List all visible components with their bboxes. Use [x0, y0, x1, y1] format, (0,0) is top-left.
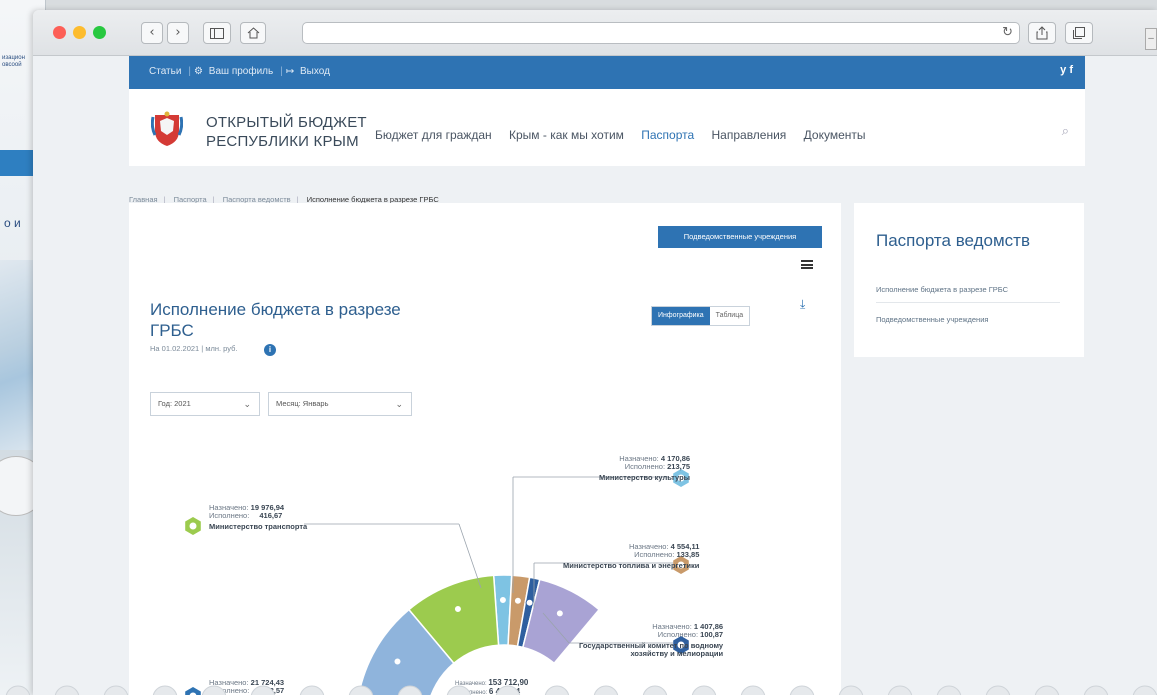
bottom-circle	[544, 685, 570, 695]
nav-documents[interactable]: Документы	[804, 128, 866, 142]
transport-executed: 416,67	[259, 511, 283, 520]
bottom-circle	[446, 685, 472, 695]
transport-name: Министерство транспорта	[209, 522, 308, 531]
address-bar[interactable]: ↻	[302, 22, 1020, 44]
bottom-circle	[1083, 685, 1109, 695]
bottom-circle	[152, 685, 178, 695]
site-name-line2: РЕСПУБЛИКИ КРЫМ	[206, 133, 359, 150]
bottom-circle	[838, 685, 864, 695]
segment-marker-4	[453, 604, 462, 613]
bottom-circle	[250, 685, 276, 695]
bottom-circle	[593, 685, 619, 695]
content-panel: Подведомственные учреждения ⤓ Исполнение…	[129, 203, 841, 695]
segment-marker-5	[393, 657, 402, 666]
donut-svg	[185, 469, 689, 695]
browser-titlebar: ‹ › ↻	[33, 10, 1157, 56]
segment-marker-1	[513, 596, 522, 605]
bottom-circle	[642, 685, 668, 695]
sidebar-title: Паспорта ведомств	[876, 231, 1030, 250]
executed-caption: Исполнено:	[634, 550, 675, 559]
gear-icon: ⚙	[194, 66, 203, 77]
profile-link[interactable]: Ваш профиль	[209, 66, 273, 77]
articles-link[interactable]: Статьи	[149, 66, 181, 77]
sidebar-icon	[210, 28, 224, 39]
home-button[interactable]	[240, 22, 266, 44]
segment-marker-0	[498, 596, 507, 605]
bottom-circle	[691, 685, 717, 695]
culture-name: Министерство культуры	[599, 473, 691, 482]
bottom-circle	[299, 685, 325, 695]
segment-marker-2	[525, 598, 534, 607]
bottom-circle	[5, 685, 31, 695]
bottom-circle	[103, 685, 129, 695]
bottom-circle	[1034, 685, 1060, 695]
logout-icon: ↦	[285, 66, 295, 77]
share-icon	[1036, 26, 1048, 40]
bottom-circle	[348, 685, 374, 695]
minimize-window-button[interactable]	[73, 26, 86, 39]
forward-button[interactable]: ›	[167, 22, 189, 44]
bottom-circle	[789, 685, 815, 695]
bottom-circle	[201, 685, 227, 695]
label-water-committee[interactable]: Назначено: 1 407,86 Исполнено: 100,87 Го…	[579, 623, 723, 658]
site-name-line1: ОТКРЫТЫЙ БЮДЖЕТ	[206, 114, 367, 131]
social-links[interactable]: y f	[1060, 64, 1073, 76]
background-text-2: о и	[4, 216, 21, 230]
sidebar-panel: Паспорта ведомств Исполнение бюджета в р…	[854, 203, 1084, 357]
transport-hexagon-hole	[189, 522, 197, 530]
back-button[interactable]: ‹	[141, 22, 163, 44]
reload-icon[interactable]: ↻	[1002, 25, 1013, 40]
sidebar-divider	[876, 302, 1060, 303]
sidebar-link-subordinate[interactable]: Подведомственные учреждения	[876, 315, 988, 324]
bottom-circle	[887, 685, 913, 695]
label-transport[interactable]: Назначено: 19 976,94 Исполнено: 416,67 М…	[209, 504, 307, 531]
budget-donut-chart: Назначено: 4 170,86 Исполнено: 213,75 Ми…	[129, 203, 841, 695]
edge-button[interactable]: –	[1145, 28, 1157, 50]
site-header: ОТКРЫТЫЙ БЮДЖЕТ РЕСПУБЛИКИ КРЫМ Бюджет д…	[129, 89, 1085, 166]
site-topbar: Статьи | ⚙ Ваш профиль | ↦ Выход y f	[129, 56, 1085, 89]
bottom-circle	[936, 685, 962, 695]
logout-link[interactable]: Выход	[300, 66, 330, 77]
nav-budget-for-citizens[interactable]: Бюджет для граждан	[375, 128, 492, 142]
tabs-icon	[1073, 27, 1085, 39]
crimea-coat-of-arms-logo[interactable]	[151, 111, 183, 147]
sidebar-link-budget-execution[interactable]: Исполнение бюджета в разрезе ГРБС	[876, 285, 1008, 294]
culture-executed: 213,75	[667, 462, 691, 471]
share-button[interactable]	[1028, 22, 1056, 44]
zoom-window-button[interactable]	[93, 26, 106, 39]
executed-caption: Исполнено:	[209, 511, 250, 520]
label-fuel-energy[interactable]: Назначено: 4 554,11 Исполнено: 133,85 Ми…	[563, 543, 699, 570]
bottom-circle	[1132, 685, 1157, 695]
bottom-circle	[740, 685, 766, 695]
executed-caption: Исполнено:	[657, 630, 699, 639]
bottom-circle	[495, 685, 521, 695]
nav-directions[interactable]: Направления	[712, 128, 787, 142]
search-icon[interactable]: ⌕	[1062, 124, 1069, 139]
executed-caption: Исполнено:	[624, 462, 666, 471]
home-icon	[247, 27, 259, 39]
close-window-button[interactable]	[53, 26, 66, 39]
label-culture[interactable]: Назначено: 4 170,86 Исполнено: 213,75 Ми…	[599, 455, 690, 482]
nav-passports[interactable]: Паспорта	[641, 128, 694, 142]
bottom-circle	[54, 685, 80, 695]
main-nav: Бюджет для граждан Крым - как мы хотим П…	[375, 128, 880, 142]
tabs-button[interactable]	[1065, 22, 1093, 44]
browser-window: ‹ › ↻ – Статьи | ⚙ Ваш профиль | ↦ Выход y f	[33, 10, 1157, 695]
bottom-circle	[985, 685, 1011, 695]
nav-crimea-as-we-want[interactable]: Крым - как мы хотим	[509, 128, 624, 142]
water-name-line2: хозяйству и мелиорации	[630, 649, 724, 658]
segment-marker-3	[555, 609, 564, 618]
bottom-circle	[397, 685, 423, 695]
water-executed: 100,87	[700, 630, 724, 639]
fuel-name: Министерство топлива и энергетики	[563, 561, 700, 570]
site-name[interactable]: ОТКРЫТЫЙ БЮДЖЕТ РЕСПУБЛИКИ КРЫМ	[206, 113, 367, 151]
fuel-executed: 133,85	[676, 550, 700, 559]
decorative-bottom-circles	[5, 685, 1157, 695]
sidebar-toggle-button[interactable]	[203, 22, 231, 44]
